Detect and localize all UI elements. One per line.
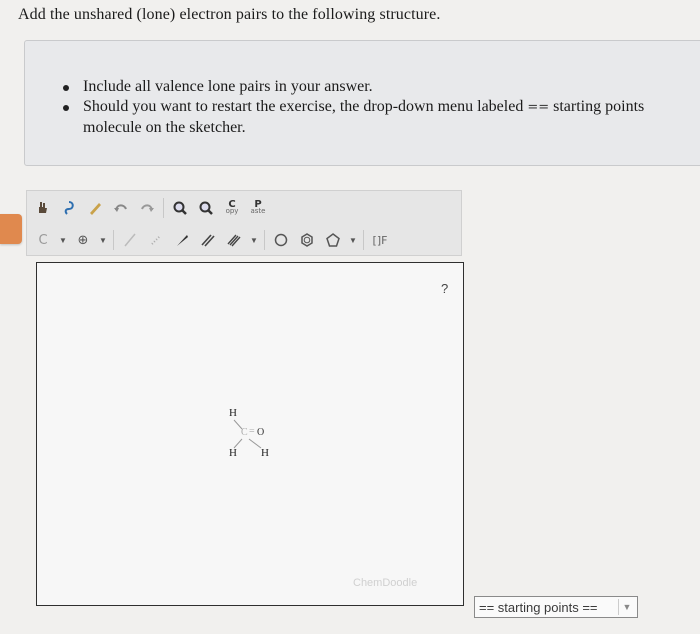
dropdown-value: == starting points == — [479, 599, 598, 615]
ring-pentagon-icon[interactable] — [323, 230, 343, 250]
redo-icon[interactable] — [137, 198, 157, 218]
instruction-item: Include all valence lone pairs in your a… — [63, 77, 644, 97]
sketcher-canvas[interactable]: ? H C = O H H ChemDoodle — [36, 262, 464, 606]
toolbar-divider — [363, 230, 364, 250]
zoom-in-icon[interactable] — [170, 198, 190, 218]
instruction-item: Should you want to restart the exercise,… — [63, 97, 644, 118]
instructions-box: Include all valence lone pairs in your a… — [24, 40, 700, 166]
lasso-icon[interactable] — [59, 198, 79, 218]
hand-icon[interactable] — [33, 198, 53, 218]
paste-button[interactable]: Paste — [248, 198, 268, 218]
equals-glyph: == — [527, 100, 550, 115]
chevron-down-icon[interactable]: ▼ — [250, 236, 258, 245]
bracket-button[interactable]: []F — [370, 230, 390, 250]
hydrogen-atom[interactable]: H — [261, 447, 269, 459]
copy-button[interactable]: Copy — [222, 198, 242, 218]
toolbar-divider — [264, 230, 265, 250]
toolbar-divider — [163, 198, 164, 218]
question-text: Add the unshared (lone) electron pairs t… — [18, 6, 441, 23]
ring-benzene-icon[interactable] — [297, 230, 317, 250]
toolbar-row-bottom: C ▼ ⊕ ▼ ▼ ▼ []F — [33, 227, 390, 253]
help-button[interactable]: ? — [441, 281, 448, 296]
hydrogen-atom[interactable]: H — [229, 447, 237, 459]
atom-carbon-button[interactable]: C — [33, 230, 53, 250]
sketcher-toolbar: Copy Paste C ▼ ⊕ ▼ ▼ ▼ []F — [26, 190, 462, 256]
copy-sublabel: opy — [225, 207, 239, 215]
chevron-down-icon[interactable]: ▼ — [59, 236, 67, 245]
zoom-out-icon[interactable] — [196, 198, 216, 218]
single-bond-icon[interactable] — [120, 230, 140, 250]
instructions-list: Include all valence lone pairs in your a… — [63, 77, 644, 138]
chevron-down-icon[interactable]: ▼ — [99, 236, 107, 245]
instruction-continuation: molecule on the sketcher. — [63, 118, 644, 138]
instruction-text: starting points — [553, 98, 645, 115]
ring-cyclohexane-icon[interactable] — [271, 230, 291, 250]
toolbar-row-top: Copy Paste — [33, 195, 268, 221]
triple-bond-icon[interactable] — [224, 230, 244, 250]
oxygen-atom[interactable]: O — [257, 427, 264, 438]
double-bond[interactable]: = — [249, 426, 255, 437]
hash-bond-icon[interactable] — [146, 230, 166, 250]
paste-sublabel: aste — [250, 207, 266, 215]
toolbar-divider — [113, 230, 114, 250]
carbon-atom[interactable]: C — [241, 427, 248, 438]
eraser-icon[interactable] — [85, 198, 105, 218]
double-bond-icon[interactable] — [198, 230, 218, 250]
instruction-text: Should you want to restart the exercise,… — [83, 98, 524, 115]
side-tab[interactable] — [0, 214, 22, 244]
hydrogen-atom[interactable]: H — [229, 407, 237, 419]
instruction-text: molecule on the sketcher. — [83, 119, 246, 136]
starting-points-dropdown[interactable]: == starting points == ▼ — [474, 596, 638, 618]
chevron-down-icon[interactable]: ▼ — [349, 236, 357, 245]
wedge-bond-icon[interactable] — [172, 230, 192, 250]
charge-plus-button[interactable]: ⊕ — [73, 230, 93, 250]
molecule[interactable]: H C = O H H — [223, 407, 293, 467]
instruction-text: Include all valence lone pairs in your a… — [83, 78, 373, 95]
chemdoodle-watermark: ChemDoodle — [353, 577, 418, 589]
chevron-down-icon[interactable]: ▼ — [618, 599, 635, 615]
undo-icon[interactable] — [111, 198, 131, 218]
